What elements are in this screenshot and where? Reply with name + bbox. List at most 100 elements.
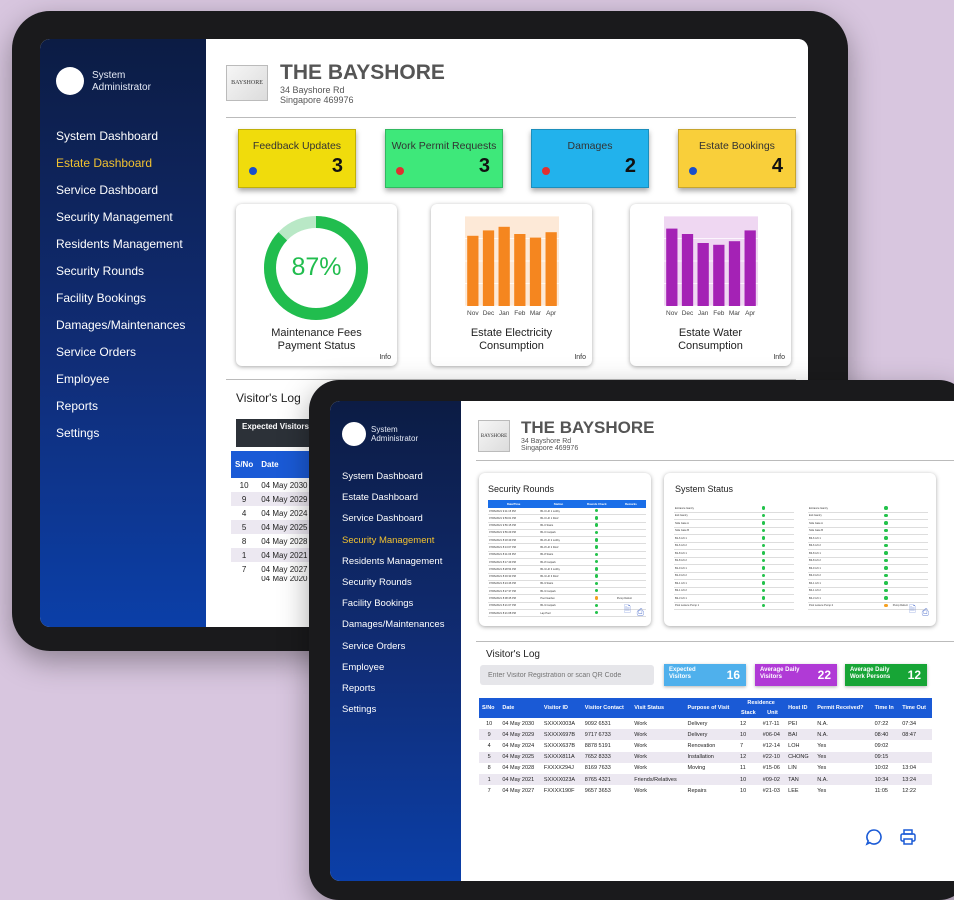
table-cell: 4: [241, 508, 247, 518]
summary-card-damages[interactable]: Damages 2: [531, 129, 649, 188]
table-row[interactable]: 7 04 May 2027 FXXXX190F 9657 3653 Work Repair…: [479, 785, 932, 797]
sidebar-item-security-rounds[interactable]: Security Rounds: [342, 577, 412, 588]
electricity-tick-label: Jan: [499, 310, 510, 317]
stat-card-expected-visitors[interactable]: Expected Visitors 16: [664, 664, 746, 686]
sidebar-item-service-dashboard[interactable]: Service Dashboard: [56, 183, 158, 197]
table-cell: 13:04: [902, 765, 916, 772]
electricity-panel[interactable]: Nov Dec Jan Feb Mar Apr Estate Electricity Co…: [431, 204, 592, 366]
avatar[interactable]: [56, 67, 84, 95]
property-logo-front: BAYSHORE: [478, 420, 510, 452]
table-cell: LOH: [788, 742, 800, 749]
table-cell: 7: [487, 787, 491, 794]
print-icon[interactable]: ⎙: [637, 607, 644, 618]
table-cell: [781, 572, 794, 580]
electricity-tick-label: Feb: [514, 310, 526, 317]
stat-card-average-daily-visitors[interactable]: Average Daily Visitors 22: [755, 664, 837, 686]
table-cell: 07/06/2021 9:56:29 PM: [489, 531, 516, 535]
security-rounds-title: Security Rounds: [488, 484, 555, 494]
sidebar-item-service-orders[interactable]: Service Orders: [342, 641, 405, 652]
table-row[interactable]: 5 04 May 2025 SXXXX811A 7652 8333 Work Instal…: [479, 751, 932, 763]
table-cell: B3-8 Lift 2: [809, 559, 821, 563]
green-status-dot-icon: [761, 596, 766, 600]
table-row[interactable]: 1 04 May 2021 SXXXX023A 8765 4321 Friends/Re…: [479, 773, 932, 786]
sidebar-item-system-dashboard[interactable]: System Dashboard: [56, 129, 158, 143]
green-status-dot-icon: [884, 513, 888, 517]
table-cell: [892, 512, 928, 520]
green-status-dot-icon: [884, 528, 888, 532]
table-row[interactable]: 8 04 May 2028 FXXXX294J 8169 7633 Work Moving…: [479, 762, 932, 774]
maintenance-title-1: Maintenance Fees: [271, 327, 362, 339]
table-cell: [892, 520, 928, 528]
table-row: Pool Leisure Pump 1: [674, 602, 794, 610]
sidebar-item-facility-bookings[interactable]: Facility Bookings: [342, 598, 413, 609]
sidebar-item-settings[interactable]: Settings: [342, 704, 376, 715]
electricity-tick-label: Dec: [483, 310, 495, 317]
sidebar-item-estate-dashboard[interactable]: Estate Dashboard: [56, 156, 152, 170]
property-header-front: BAYSHORE THE BAYSHORE 34 Bayshore Rd Sin…: [478, 418, 655, 452]
table-row[interactable]: 4 04 May 2024 SXXXX637B 8878 5191 Work Renova…: [479, 740, 932, 752]
table-cell: 11:05: [874, 787, 888, 794]
sidebar-item-settings[interactable]: Settings: [56, 426, 99, 440]
print-icon[interactable]: [899, 828, 917, 846]
summary-card-work-permit-requests[interactable]: Work Permit Requests 3: [385, 129, 503, 188]
chat-icon[interactable]: [865, 828, 883, 846]
water-info-link[interactable]: Info: [773, 354, 785, 361]
table-row[interactable]: 10 04 May 2030 SXXXX003A 9092 6531 Work Deliv…: [479, 718, 932, 730]
table-cell: 5: [487, 754, 491, 761]
green-status-dot-icon: [761, 506, 766, 510]
summary-card-feedback-updates[interactable]: Feedback Updates 3: [238, 129, 356, 188]
sidebar-item-damages-maintenances[interactable]: Damages/Maintenances: [342, 619, 444, 630]
electricity-tick-label: Apr: [546, 310, 557, 317]
table-cell: #22-10: [762, 754, 780, 761]
column-header: Host ID: [788, 705, 808, 711]
maintenance-info-link[interactable]: Info: [379, 354, 391, 361]
sidebar-item-employee[interactable]: Employee: [342, 662, 384, 673]
water-tick-label: Dec: [682, 310, 694, 317]
sidebar-item-facility-bookings[interactable]: Facility Bookings: [56, 291, 146, 305]
table-cell: B1-9 Lift 3 Lobby: [540, 567, 560, 571]
sidebar-item-estate-dashboard[interactable]: Estate Dashboard: [342, 492, 418, 503]
sidebar-item-residents-management[interactable]: Residents Management: [56, 237, 183, 251]
table-cell: [616, 573, 646, 580]
table-cell: Pool Leisure Pump 2: [809, 604, 834, 608]
green-status-dot-icon: [761, 543, 766, 547]
sidebar-item-service-dashboard[interactable]: Service Dashboard: [342, 513, 423, 524]
visitor-search-input[interactable]: [480, 665, 654, 685]
sidebar-item-reports[interactable]: Reports: [56, 399, 98, 413]
electricity-title-1: Estate Electricity: [470, 327, 553, 339]
water-panel[interactable]: Nov Dec Jan Feb Mar Apr Estate Water Consumpt…: [630, 204, 791, 366]
summary-card-estate-bookings[interactable]: Estate Bookings 4: [678, 129, 796, 188]
sidebar-item-system-dashboard[interactable]: System Dashboard: [342, 471, 423, 482]
stat-card-average-daily-work-persons[interactable]: Average Daily Work Persons 12: [845, 664, 927, 686]
maintenance-panel[interactable]: 87% Maintenance Fees Payment Status Info: [236, 204, 397, 366]
sidebar-item-security-management[interactable]: Security Management: [342, 535, 434, 546]
sidebar-item-damages-maintenances[interactable]: Damages/Maintenances: [56, 318, 185, 332]
sidebar-item-employee[interactable]: Employee: [56, 372, 109, 386]
table-cell: [616, 515, 646, 522]
avatar-front[interactable]: [342, 422, 366, 446]
print-icon[interactable]: ⎙: [922, 607, 929, 618]
table-cell: SXXXX003A: [543, 720, 576, 727]
electricity-info-link[interactable]: Info: [574, 354, 586, 361]
sidebar-item-security-rounds[interactable]: Security Rounds: [56, 264, 144, 278]
sidebar-item-security-management[interactable]: Security Management: [56, 210, 173, 224]
table-cell: [616, 537, 646, 544]
table-cell: Work: [634, 742, 647, 749]
sidebar-item-service-orders[interactable]: Service Orders: [56, 345, 136, 359]
green-status-dot-icon: [761, 573, 766, 577]
green-status-dot-icon: [884, 558, 888, 562]
column-header: Time Out: [902, 705, 926, 711]
sidebar-item-reports[interactable]: Reports: [342, 683, 375, 694]
document-icon[interactable]: 🗎: [909, 602, 916, 618]
table-cell: 07/06/2021 8:11:06 PM: [489, 553, 516, 557]
sidebar-item-residents-management[interactable]: Residents Management: [342, 556, 442, 567]
column-header: Visitor ID: [543, 705, 568, 711]
document-icon[interactable]: 🗎: [624, 602, 631, 618]
table-cell: Entrance Gantry: [675, 506, 694, 510]
table-cell: B1-6 Lift 1: [675, 536, 687, 540]
stat-label: Expected Visitors: [669, 667, 696, 680]
water-bar: [744, 230, 756, 306]
table-row[interactable]: 9 04 May 2029 SXXXX697B 9717 6733 Work Delive…: [479, 729, 932, 741]
table-cell: [578, 588, 616, 595]
column-header: Date/Time: [506, 502, 521, 506]
